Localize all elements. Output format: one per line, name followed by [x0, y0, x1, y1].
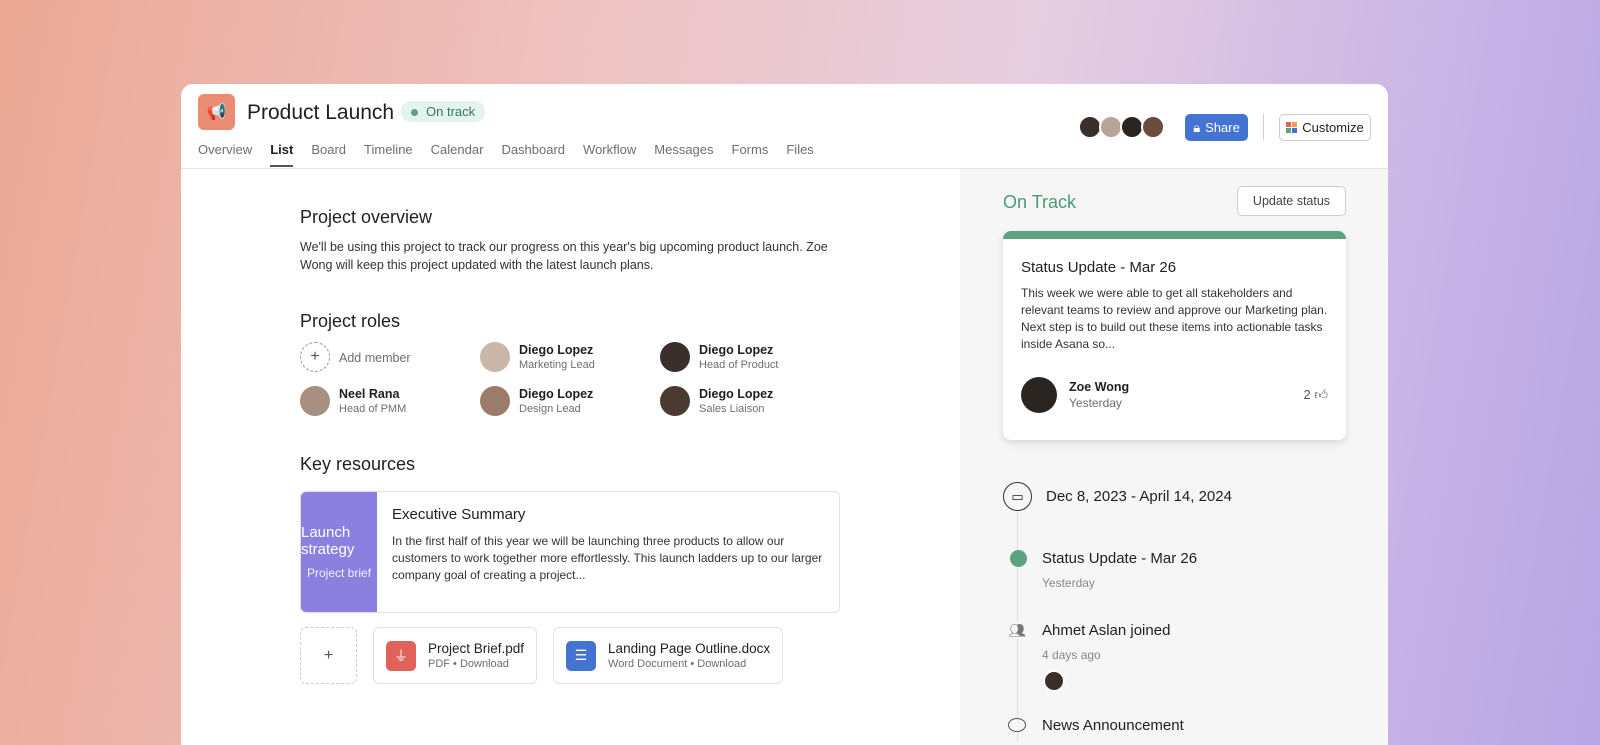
member-role: Design Lead [519, 403, 581, 415]
timeline-time: 4 days ago [1042, 648, 1101, 662]
like-count: 2 [1303, 387, 1311, 402]
customize-label: Customize [1302, 120, 1364, 135]
status-dot-icon [1010, 550, 1027, 567]
tab-files[interactable]: Files [786, 142, 813, 167]
avatar [480, 386, 510, 416]
timeline-title[interactable]: Status Update - Mar 26 [1042, 550, 1197, 567]
divider [1263, 114, 1264, 140]
project-brief-thumbnail[interactable]: Launch strategy Project brief [301, 492, 378, 612]
member-avatars[interactable] [1078, 115, 1165, 139]
tab-forms[interactable]: Forms [732, 142, 769, 167]
member-name: Diego Lopez [699, 343, 774, 357]
document-icon: ☰ [566, 640, 597, 671]
tab-bar: Overview List Board Timeline Calendar Da… [198, 142, 814, 167]
overview-heading: Project overview [300, 207, 433, 227]
date-range[interactable]: Dec 8, 2023 - April 14, 2024 [1046, 488, 1232, 505]
role-item[interactable]: Diego Lopez Sales Liaison [660, 386, 840, 416]
timeline-title[interactable]: News Announcement [1042, 717, 1184, 734]
avatar [1043, 670, 1065, 692]
roles-grid: + Add member Diego Lopez Marketing Lead Di… [300, 342, 860, 416]
avatar [1021, 377, 1057, 413]
file-list: + ⏚ Project Brief.pdf PDF • Download ☰ Land… [300, 627, 860, 684]
add-resource-button[interactable]: + [300, 627, 357, 684]
project-title: Product Launch [247, 101, 395, 124]
project-window: 📢 Product Launch On track Overview List … [181, 84, 1388, 745]
status-badge[interactable]: On track [401, 101, 486, 122]
file-item[interactable]: ☰ Landing Page Outline.docx Word Document … [553, 627, 784, 684]
tab-calendar[interactable]: Calendar [431, 142, 484, 167]
card-time: Yesterday [1069, 396, 1122, 410]
role-item[interactable]: Diego Lopez Design Lead [480, 386, 660, 416]
thumbs-up-icon: 👍︎ [1314, 387, 1328, 402]
status-update-card[interactable]: Status Update - Mar 26 This week we were… [1003, 231, 1346, 440]
plus-icon: + [300, 342, 330, 372]
tab-dashboard[interactable]: Dashboard [501, 142, 565, 167]
header: 📢 Product Launch On track Overview List … [181, 84, 1388, 169]
member-role: Marketing Lead [519, 359, 595, 371]
timeline-time: Yesterday [1042, 576, 1095, 590]
member-name: Diego Lopez [699, 387, 774, 401]
like-button[interactable]: 2 👍︎ [1304, 387, 1328, 403]
megaphone-icon: 📢 [198, 94, 235, 130]
customize-icon [1286, 122, 1298, 133]
overview-content: Project overview We'll be using this pro… [300, 169, 860, 684]
download-link[interactable]: Download [697, 658, 746, 670]
lock-icon: 🔒︎ [1193, 119, 1201, 135]
avatar [300, 386, 330, 416]
brief-title: Launch strategy [301, 524, 355, 558]
resources-heading: Key resources [300, 454, 416, 474]
card-title: Status Update - Mar 26 [1021, 259, 1177, 276]
add-member-button[interactable]: + Add member [300, 342, 480, 372]
tab-messages[interactable]: Messages [654, 142, 713, 167]
download-link[interactable]: Download [460, 658, 509, 670]
file-name: Landing Page Outline.docx [608, 641, 771, 656]
tab-workflow[interactable]: Workflow [583, 142, 636, 167]
add-member-label: Add member [339, 351, 411, 365]
avatar [660, 342, 690, 372]
author-name: Zoe Wong [1069, 380, 1130, 394]
summary-text: In the first half of this year we will b… [392, 534, 823, 582]
member-role: Head of Product [699, 359, 779, 371]
customize-button[interactable]: Customize [1279, 114, 1371, 141]
share-button[interactable]: 🔒︎ Share [1185, 114, 1248, 141]
update-status-button[interactable]: Update status [1237, 186, 1346, 216]
member-name: Diego Lopez [519, 343, 594, 357]
message-icon [1008, 718, 1026, 732]
overview-text: We'll be using this project to track our… [300, 240, 828, 272]
timeline-title[interactable]: Ahmet Aslan joined [1042, 622, 1170, 639]
brief-subtitle: Project brief [307, 566, 372, 580]
file-item[interactable]: ⏚ Project Brief.pdf PDF • Download [373, 627, 538, 684]
role-item[interactable]: Diego Lopez Head of Product [660, 342, 840, 372]
tab-overview[interactable]: Overview [198, 142, 252, 167]
member-name: Diego Lopez [519, 387, 594, 401]
card-text: This week we were able to get all stakeh… [1021, 286, 1328, 351]
roles-heading: Project roles [300, 311, 401, 331]
avatar [480, 342, 510, 372]
tab-timeline[interactable]: Timeline [364, 142, 413, 167]
file-name: Project Brief.pdf [428, 641, 525, 656]
avatar[interactable] [1141, 115, 1165, 139]
status-panel: On Track Update status Status Update - M… [960, 169, 1388, 745]
role-item[interactable]: Diego Lopez Marketing Lead [480, 342, 660, 372]
people-icon: 👥︎ [1008, 622, 1026, 639]
share-label: Share [1205, 120, 1240, 135]
member-name: Neel Rana [339, 387, 400, 401]
status-heading: On Track [1003, 192, 1077, 212]
resource-card[interactable]: Launch strategy Project brief Executive S… [300, 491, 840, 613]
tab-board[interactable]: Board [311, 142, 346, 167]
file-type: Word Document [608, 658, 688, 670]
calendar-icon: ▭ [1003, 482, 1032, 511]
avatar [660, 386, 690, 416]
tab-list[interactable]: List [270, 142, 294, 167]
summary-title: Executive Summary [392, 506, 526, 523]
member-role: Sales Liaison [699, 403, 765, 415]
member-role: Head of PMM [339, 403, 407, 415]
pdf-icon: ⏚ [386, 640, 416, 671]
role-item[interactable]: Neel Rana Head of PMM [300, 386, 480, 416]
file-type: PDF [428, 658, 450, 670]
